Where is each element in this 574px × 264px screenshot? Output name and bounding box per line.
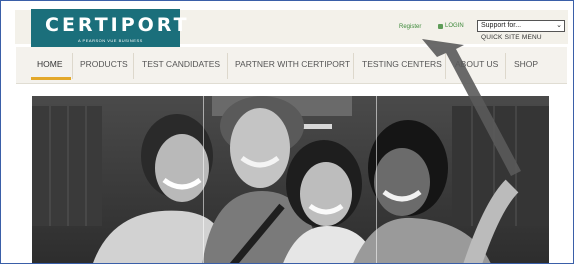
pointer-arrow-icon (422, 39, 521, 176)
browser-frame: CERTIPORT A PEARSON VUE BUSINESS Registe… (0, 0, 574, 264)
